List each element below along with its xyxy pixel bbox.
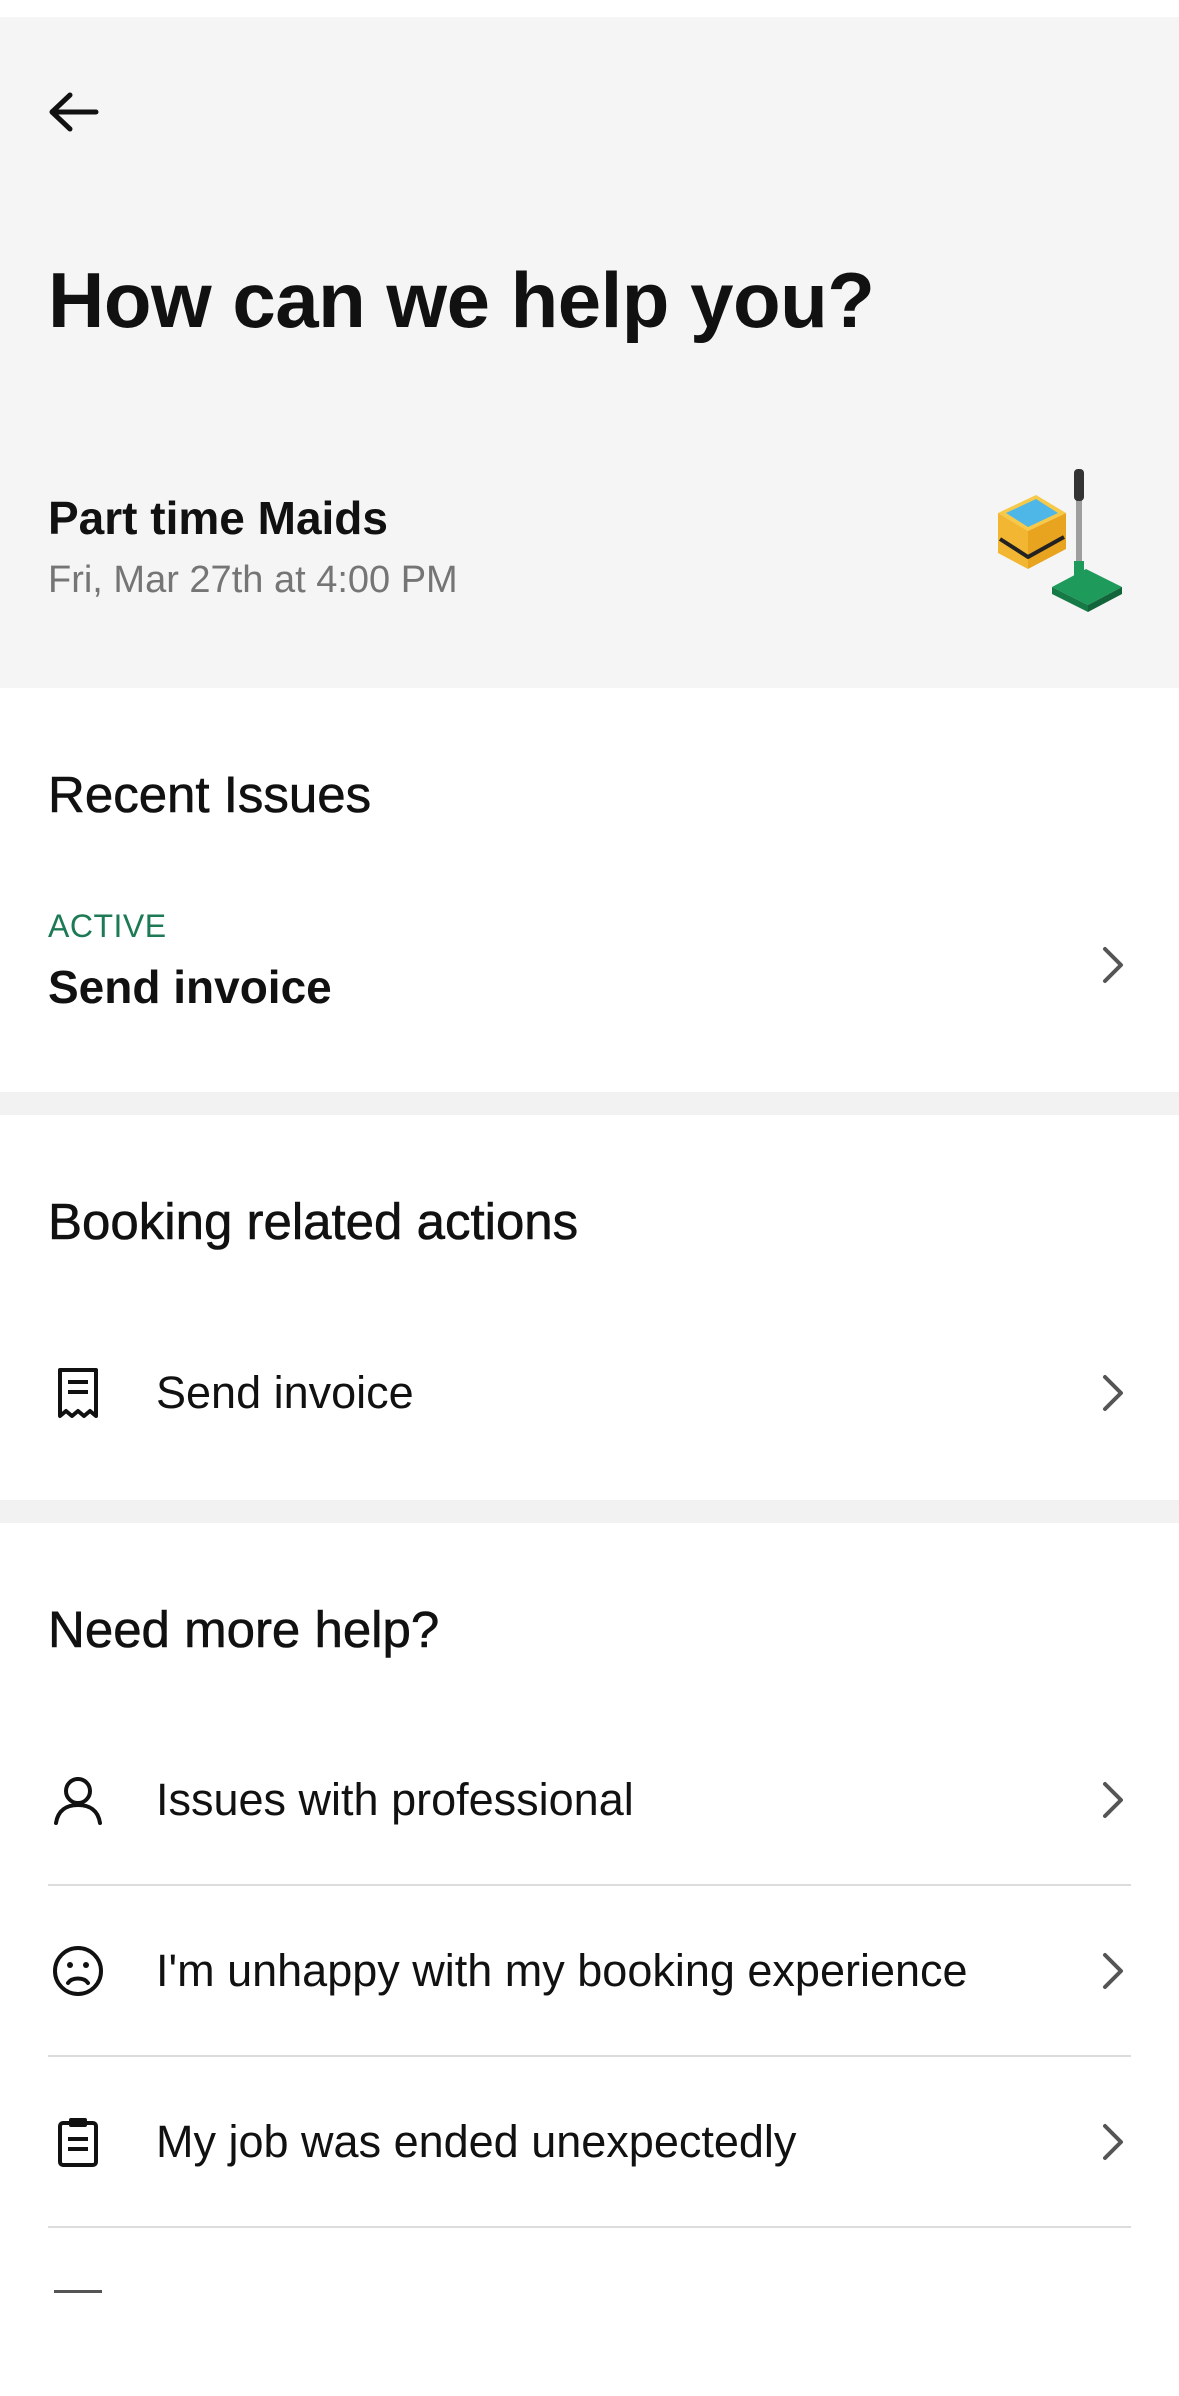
status-bar-area (0, 0, 1179, 17)
booking-service-name: Part time Maids (48, 492, 388, 544)
chevron-right-icon (1095, 1371, 1131, 1415)
receipt-icon (48, 1363, 108, 1423)
booking-actions-title: Booking related actions (48, 1193, 579, 1251)
help-page: How can we help you? Part time Maids Fri… (0, 0, 1179, 2396)
help-item-professional[interactable]: Issues with professional (0, 1715, 1179, 1885)
issue-title: Send invoice (48, 961, 332, 1013)
recent-issues-title: Recent Issues (48, 766, 372, 824)
partial-list-icon (54, 2290, 102, 2293)
chevron-right-icon (1095, 2120, 1131, 2164)
cleaning-bucket-mop-illustration (998, 469, 1122, 612)
help-header: How can we help you? Part time Maids Fri… (0, 0, 1179, 688)
chevron-right-icon (1095, 1778, 1131, 1822)
section-divider (0, 1092, 1179, 1115)
help-item-label: Issues with professional (156, 1774, 634, 1825)
help-item-unhappy[interactable]: I'm unhappy with my booking experience (0, 1886, 1179, 2056)
help-item-label: I'm unhappy with my booking experience (156, 1945, 968, 1996)
booking-datetime: Fri, Mar 27th at 4:00 PM (48, 559, 458, 601)
sad-face-icon (48, 1941, 108, 2001)
chevron-right-icon (1095, 943, 1131, 987)
action-label: Send invoice (156, 1367, 414, 1418)
clipboard-icon (48, 2112, 108, 2172)
help-item-label: My job was ended unexpectedly (156, 2116, 797, 2167)
arrow-left-icon (49, 92, 99, 132)
page-title: How can we help you? (48, 256, 875, 344)
user-icon (48, 1770, 108, 1830)
back-button[interactable] (48, 84, 120, 140)
chevron-right-icon (1095, 1949, 1131, 1993)
recent-issue-item[interactable]: ACTIVE Send invoice (0, 880, 1179, 1050)
row-divider (48, 2226, 1131, 2228)
section-divider (0, 1500, 1179, 1523)
booking-summary: Part time Maids Fri, Mar 27th at 4:00 PM (48, 469, 1131, 643)
issue-status-badge: ACTIVE (48, 908, 167, 944)
more-help-title: Need more help? (48, 1601, 440, 1659)
help-item-job-ended[interactable]: My job was ended unexpectedly (0, 2057, 1179, 2227)
action-send-invoice[interactable]: Send invoice (0, 1308, 1179, 1478)
